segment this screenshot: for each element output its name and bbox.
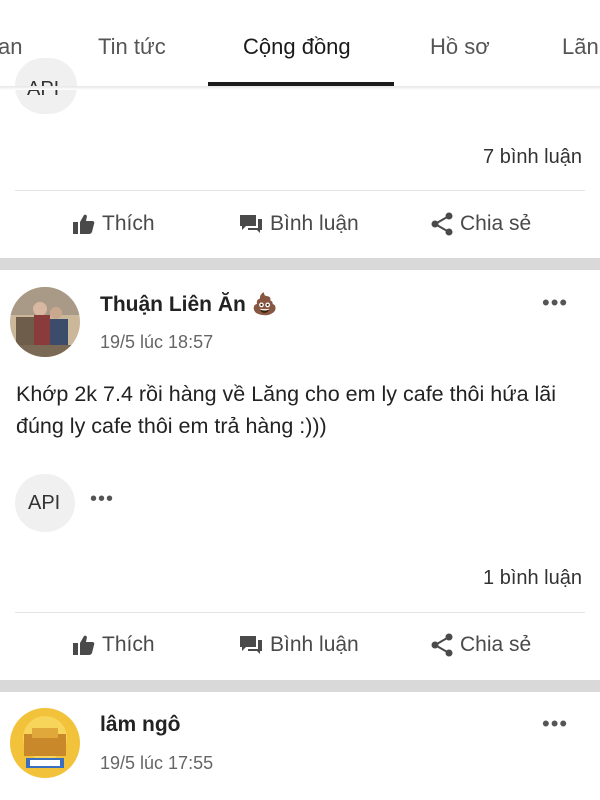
- author-avatar[interactable]: [10, 287, 80, 357]
- like-label: Thích: [102, 212, 155, 235]
- post-body-text: Khớp 2k 7.4 rồi hàng về Lăng cho em ly c…: [16, 382, 557, 438]
- share-icon: [431, 633, 453, 657]
- like-label: Thích: [102, 633, 155, 656]
- comment-count[interactable]: 1 bình luận: [483, 567, 582, 590]
- api-tag-chip[interactable]: API: [15, 474, 75, 532]
- post-separator: [0, 680, 600, 692]
- avatar-painting-image: [10, 287, 80, 357]
- comment-icon: [240, 636, 262, 654]
- post-more-options-button[interactable]: •••: [542, 290, 568, 316]
- like-button[interactable]: Thích: [72, 633, 155, 657]
- post-timestamp: 19/5 lúc 18:57: [100, 332, 214, 352]
- author-avatar[interactable]: [10, 708, 80, 778]
- share-label: Chia sẻ: [460, 633, 532, 656]
- divider: [15, 190, 585, 191]
- post-author[interactable]: lâm ngô: [100, 713, 181, 737]
- divider: [15, 612, 585, 613]
- share-icon: [431, 212, 453, 236]
- api-tag-label: API: [28, 492, 61, 514]
- author-emoji: 💩: [251, 293, 278, 316]
- share-button[interactable]: Chia sẻ: [430, 633, 531, 657]
- thumbs-up-icon: [73, 635, 95, 655]
- thumbs-up-icon: [73, 214, 95, 234]
- post-more-options-button[interactable]: •••: [542, 711, 568, 737]
- tab-news[interactable]: Tin tức: [98, 34, 166, 60]
- comment-label: Bình luận: [270, 212, 359, 235]
- tab-partial-right[interactable]: Lãn: [562, 34, 599, 60]
- tab-partial-left[interactable]: an: [0, 34, 22, 60]
- comment-icon: [240, 215, 262, 233]
- tabbar-shadow: [0, 86, 600, 90]
- tab-community[interactable]: Cộng đồng: [243, 34, 351, 60]
- post-timestamp: 19/5 lúc 17:55: [100, 753, 214, 773]
- comment-count[interactable]: 7 bình luận: [483, 146, 582, 169]
- like-button[interactable]: Thích: [72, 212, 155, 236]
- post-separator: [0, 258, 600, 270]
- share-button[interactable]: Chia sẻ: [430, 212, 531, 236]
- share-label: Chia sẻ: [460, 212, 532, 235]
- comment-button[interactable]: Bình luận: [238, 633, 359, 657]
- tab-profile[interactable]: Hồ sơ: [430, 34, 490, 60]
- tag-more-button[interactable]: •••: [90, 488, 114, 511]
- author-name: Thuận Liên Ăn: [100, 293, 246, 316]
- top-tab-bar: an Tin tức Cộng đồng Hồ sơ Lãn: [0, 0, 600, 88]
- comment-label: Bình luận: [270, 633, 359, 656]
- comment-button[interactable]: Bình luận: [238, 212, 359, 236]
- avatar-golden-image: [10, 708, 80, 778]
- post-author[interactable]: Thuận Liên Ăn 💩: [100, 293, 278, 317]
